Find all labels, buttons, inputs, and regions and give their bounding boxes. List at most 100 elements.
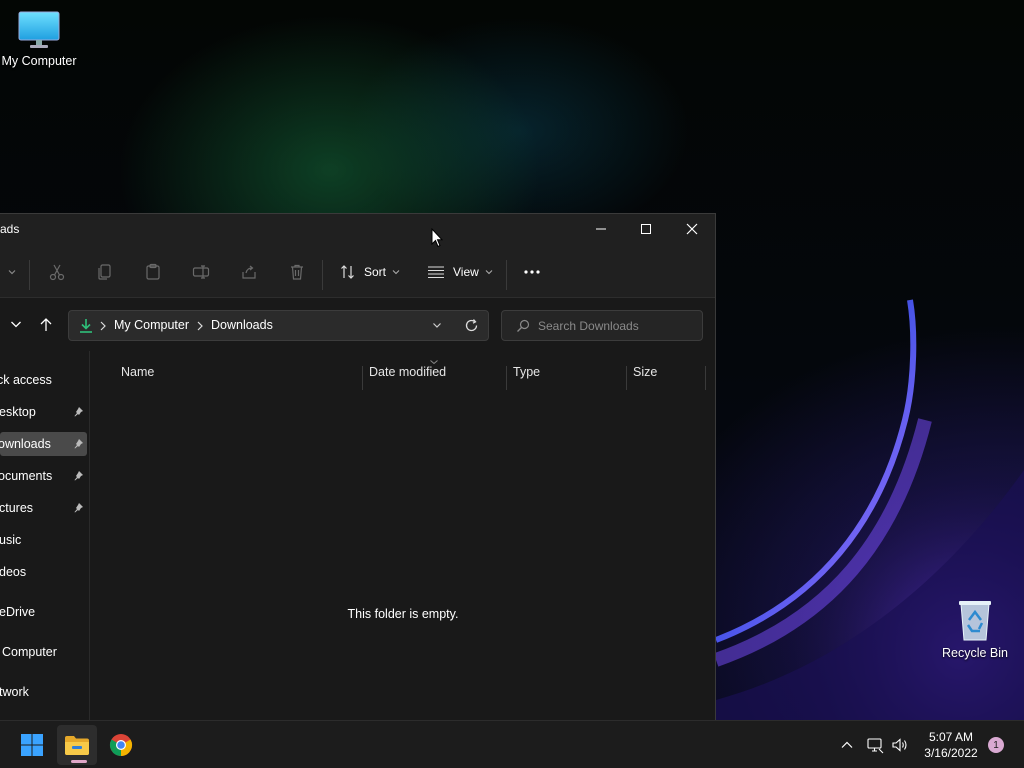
- command-bar: Sort View: [0, 246, 715, 298]
- sidebar-item-label: ownloads: [0, 437, 51, 451]
- window-title: ads: [0, 222, 20, 236]
- sidebar-item-downloads[interactable]: ownloads: [0, 432, 87, 456]
- navigation-pane: ck access esktop ownloads ocuments cture…: [0, 351, 90, 721]
- minimize-button[interactable]: [578, 214, 624, 244]
- chevron-right-icon: [197, 321, 203, 331]
- sidebar-item-label: twork: [0, 685, 29, 699]
- sidebar-item-documents[interactable]: ocuments: [0, 464, 87, 488]
- column-header-name[interactable]: Name: [121, 357, 154, 387]
- up-button[interactable]: [37, 316, 55, 334]
- taskbar-chrome[interactable]: [101, 725, 141, 765]
- sort-label: Sort: [364, 265, 387, 279]
- address-history-button[interactable]: [431, 319, 445, 333]
- network-icon: [867, 738, 884, 754]
- sidebar-item-quick-access[interactable]: ck access: [0, 368, 87, 392]
- toolbar-separator: [322, 260, 323, 290]
- breadcrumb-downloads[interactable]: Downloads: [211, 318, 273, 332]
- maximize-button[interactable]: [623, 214, 669, 244]
- more-options-button[interactable]: [520, 260, 544, 284]
- column-header-size[interactable]: Size: [633, 357, 657, 387]
- file-list: Name Date modified Type Size This folder…: [91, 351, 715, 721]
- sidebar-item-label: esktop: [0, 405, 36, 419]
- breadcrumb-my-computer[interactable]: My Computer: [114, 318, 189, 332]
- empty-folder-message: This folder is empty.: [347, 607, 459, 621]
- recent-locations-button[interactable]: [8, 316, 24, 332]
- new-dropdown-button[interactable]: [0, 260, 24, 284]
- cut-button[interactable]: [45, 260, 69, 284]
- sidebar-item-label: Computer: [2, 645, 57, 659]
- speaker-icon: [892, 738, 907, 752]
- chevron-down-icon: [11, 321, 21, 328]
- network-status-button[interactable]: [866, 736, 884, 754]
- taskbar-file-explorer[interactable]: [57, 725, 97, 765]
- paste-button[interactable]: [141, 260, 165, 284]
- active-app-indicator: [71, 760, 87, 763]
- close-icon: [686, 223, 698, 235]
- minimize-icon: [596, 228, 606, 230]
- more-icon: [524, 270, 540, 274]
- system-clock[interactable]: 5:07 AM 3/16/2022: [916, 729, 986, 761]
- sidebar-item-onedrive[interactable]: eDrive: [0, 600, 87, 624]
- column-header-label: Name: [121, 365, 155, 379]
- sidebar-item-label: ck access: [0, 373, 52, 387]
- sidebar-item-network[interactable]: twork: [0, 680, 87, 704]
- column-divider[interactable]: [626, 366, 627, 390]
- delete-icon: [291, 264, 303, 280]
- desktop-icon-recycle-bin[interactable]: Recycle Bin: [932, 598, 1018, 660]
- pin-icon: [74, 471, 83, 481]
- recycle-bin-icon: [959, 601, 991, 641]
- start-button[interactable]: [12, 725, 52, 765]
- sidebar-item-desktop[interactable]: esktop: [0, 400, 87, 424]
- sidebar-item-videos[interactable]: deos: [0, 560, 87, 584]
- sort-button[interactable]: Sort: [340, 260, 401, 284]
- file-explorer-icon: [65, 736, 89, 755]
- volume-button[interactable]: [891, 736, 909, 754]
- windows-start-icon: [21, 734, 43, 756]
- delete-button[interactable]: [285, 260, 309, 284]
- arrow-up-icon: [40, 318, 52, 331]
- desktop-icon-my-computer[interactable]: My Computer: [0, 10, 82, 68]
- column-divider[interactable]: [705, 366, 706, 390]
- show-hidden-icons-button[interactable]: [840, 737, 856, 753]
- share-button[interactable]: [237, 260, 261, 284]
- desktop-icon-label: Recycle Bin: [942, 646, 1008, 660]
- chevron-up-icon: [841, 741, 853, 748]
- rename-button[interactable]: [189, 260, 213, 284]
- view-button[interactable]: View: [427, 260, 494, 284]
- sidebar-item-pictures[interactable]: ctures: [0, 496, 87, 520]
- search-box[interactable]: [501, 310, 703, 341]
- rename-icon: [192, 265, 210, 279]
- refresh-icon: [465, 319, 478, 332]
- column-divider[interactable]: [506, 366, 507, 390]
- column-header-label: Size: [633, 365, 658, 379]
- pin-icon: [74, 439, 83, 449]
- toolbar-separator: [29, 260, 30, 290]
- column-divider[interactable]: [362, 366, 363, 390]
- copy-button[interactable]: [93, 260, 117, 284]
- sidebar-item-label: usic: [0, 533, 22, 547]
- monitor-icon: [18, 11, 60, 48]
- close-button[interactable]: [669, 214, 715, 244]
- search-icon: [517, 319, 530, 332]
- sidebar-item-music[interactable]: usic: [0, 528, 87, 552]
- address-bar[interactable]: My Computer Downloads: [68, 310, 489, 341]
- chevron-down-icon: [485, 270, 493, 275]
- sort-icon: [341, 265, 354, 279]
- sidebar-item-label: eDrive: [0, 605, 36, 619]
- view-icon: [428, 266, 444, 279]
- desktop-icon-label: My Computer: [1, 54, 77, 68]
- share-icon: [242, 265, 256, 279]
- notification-badge[interactable]: 1: [988, 737, 1004, 753]
- title-bar[interactable]: ads: [0, 214, 715, 246]
- refresh-button[interactable]: [464, 318, 480, 334]
- clock-time: 5:07 AM: [928, 730, 974, 744]
- chevron-down-icon: [8, 270, 16, 275]
- search-input[interactable]: [538, 317, 698, 335]
- pin-icon: [74, 503, 83, 513]
- paste-icon: [146, 263, 160, 280]
- chevron-down-icon: [392, 270, 400, 275]
- column-header-type[interactable]: Type: [513, 357, 540, 387]
- chevron-right-icon: [100, 321, 106, 331]
- sidebar-item-label: deos: [0, 565, 27, 579]
- sidebar-item-my-computer[interactable]: Computer: [0, 640, 87, 664]
